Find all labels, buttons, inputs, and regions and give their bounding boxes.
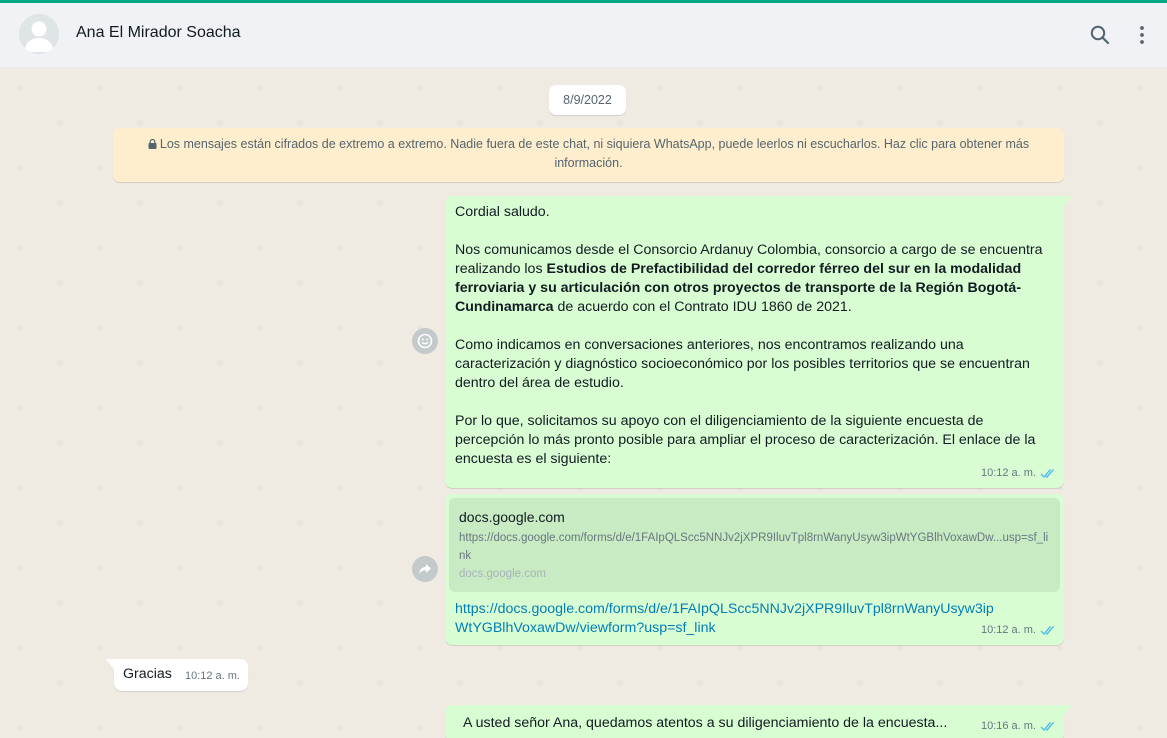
emoji-reaction-icon[interactable]: [412, 328, 438, 354]
link-preview-title: docs.google.com: [459, 509, 565, 525]
date-chip: 8/9/2022: [549, 85, 626, 115]
message-link[interactable]: https://docs.google.com/forms/d/e/1FAIpQ…: [449, 592, 1009, 638]
outgoing-message[interactable]: Cordial saludo. Nos comunicamos desde el…: [445, 196, 1064, 488]
message-text: Cordial saludo.: [455, 204, 550, 220]
message-meta: 10:16 a. m.: [981, 717, 1056, 736]
message-text: Por lo que, solicitamos su apoyo con el …: [455, 413, 1036, 467]
encryption-notice-text: Los mensajes están cifrados de extremo a…: [159, 137, 1030, 170]
message-text-part: de acuerdo con el Contrato IDU 1860 de 2…: [553, 299, 852, 315]
bubble-tail: [1064, 196, 1072, 206]
message-meta: 10:12 a. m.: [981, 621, 1056, 640]
kebab-menu-icon[interactable]: [1130, 23, 1154, 47]
message-text: A usted señor Ana, quedamos atentos a su…: [463, 715, 948, 731]
message-text: Nos comunicamos desde el Consorcio Ardan…: [455, 241, 1055, 317]
message-text: Gracias: [123, 666, 172, 682]
message-time: 10:12 a. m.: [184, 670, 240, 682]
chat-header: Ana El Mirador Soacha: [0, 3, 1167, 68]
contact-avatar[interactable]: [19, 14, 59, 54]
message-text: Como indicamos en conversaciones anterio…: [455, 337, 1030, 391]
link-preview-domain: docs.google.com: [459, 568, 546, 580]
forward-icon[interactable]: [412, 556, 438, 582]
default-user-avatar-icon: [19, 14, 59, 54]
message-time: 10:12 a. m.: [980, 624, 1036, 636]
bubble-tail: [106, 659, 114, 669]
link-preview-description: https://docs.google.com/forms/d/e/1FAIpQ…: [459, 532, 1049, 562]
contact-name[interactable]: Ana El Mirador Soacha: [76, 24, 241, 42]
message-time: 10:16 a. m.: [980, 720, 1036, 732]
outgoing-message[interactable]: A usted señor Ana, quedamos atentos a su…: [445, 705, 1064, 738]
chat-pane[interactable]: 8/9/2022 Los mensajes están cifrados de …: [0, 68, 1167, 738]
encryption-notice[interactable]: Los mensajes están cifrados de extremo a…: [113, 128, 1064, 182]
lock-icon: [148, 139, 157, 149]
double-check-read-icon: [1040, 626, 1055, 636]
double-check-read-icon: [1040, 722, 1055, 732]
link-preview-card[interactable]: docs.google.com https://docs.google.com/…: [449, 498, 1060, 592]
message-meta: 10:12 a. m.: [981, 464, 1056, 483]
message-time: 10:12 a. m.: [980, 467, 1036, 479]
outgoing-link-message[interactable]: docs.google.com https://docs.google.com/…: [445, 494, 1064, 645]
bubble-tail: [1064, 705, 1072, 715]
incoming-message[interactable]: Gracias 10:12 a. m.: [114, 659, 248, 691]
search-icon[interactable]: [1088, 23, 1112, 47]
double-check-read-icon: [1040, 469, 1055, 479]
